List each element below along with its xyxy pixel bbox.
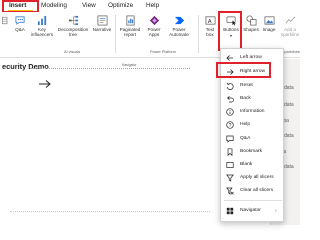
shapes-icon	[246, 15, 256, 26]
menu-item-clear-all-slicers[interactable]: Clear all slicers	[221, 185, 285, 197]
paginated-report-label: Paginated report	[119, 27, 141, 38]
tab-modeling[interactable]: Modeling	[41, 1, 67, 11]
menu-item-help[interactable]: ? Help	[221, 119, 285, 131]
text-box-icon: A	[205, 16, 215, 25]
menu-bar: Insert Modeling View Optimize Help	[0, 0, 300, 12]
menu-item-navigator[interactable]: Navigator ›	[221, 205, 285, 217]
text-box-button[interactable]: A Text box	[202, 15, 218, 37]
ribbon-divider	[115, 15, 116, 53]
power-automate-icon	[174, 16, 184, 25]
sparkline-button[interactable]: Add a sparkline	[280, 15, 300, 37]
reset-icon	[226, 82, 234, 90]
menu-item-label: Q&A	[240, 136, 251, 141]
table-icon	[2, 16, 8, 25]
group-power-platform: Power Platform	[150, 50, 176, 54]
back-icon	[227, 96, 234, 103]
page-title: ecurity Demo	[2, 62, 49, 71]
shapes-button[interactable]: Shapes	[242, 15, 260, 32]
menu-item-information[interactable]: Information	[221, 106, 285, 118]
menu-item-bookmark[interactable]: Bookmark	[221, 146, 285, 158]
menu-item-qa[interactable]: Q&A	[221, 133, 285, 145]
power-automate-label: Power Automate	[169, 27, 189, 38]
narrative-icon	[97, 15, 107, 26]
left-arrow-icon	[226, 55, 233, 61]
bookmark-icon	[227, 148, 233, 156]
sparkline-icon	[285, 16, 295, 24]
power-apps-button[interactable]: Power Apps	[144, 15, 164, 37]
menu-item-label: Right arrow	[240, 69, 266, 74]
image-icon	[264, 16, 274, 25]
svg-text:?: ?	[229, 123, 232, 129]
navigator-caption: Navigator	[122, 63, 137, 67]
power-automate-button[interactable]: Power Automate	[165, 15, 193, 37]
menu-item-back[interactable]: Back	[221, 93, 285, 105]
menu-item-label: Clear all slicers	[240, 188, 274, 193]
shapes-label: Shapes	[243, 27, 259, 32]
apply-slicers-icon	[226, 174, 234, 182]
text-box-label: Text box	[205, 27, 215, 38]
svg-text:A: A	[207, 19, 211, 25]
menu-item-apply-all-slicers[interactable]: Apply all slicers	[221, 172, 285, 184]
menu-item-label: Reset	[240, 83, 253, 88]
chevron-right-icon: ›	[275, 208, 277, 214]
buttons-icon	[226, 16, 236, 26]
buttons-button[interactable]: Buttons ▾	[220, 15, 242, 38]
navigator-icon	[226, 207, 234, 215]
decomposition-tree-icon	[68, 15, 78, 26]
qa-icon	[15, 16, 25, 25]
decomposition-tree-label: Decomposition tree	[57, 27, 89, 38]
tab-optimize[interactable]: Optimize	[108, 1, 133, 11]
qa-label: Q&A	[15, 27, 25, 32]
buttons-dropdown-menu: Left arrow Right arrow Reset Back Inform…	[220, 48, 284, 222]
qa-icon	[226, 135, 234, 143]
key-influencers-button[interactable]: Key influencers	[30, 15, 54, 37]
ribbon-divider	[198, 15, 199, 53]
menu-item-label: Left arrow	[240, 55, 262, 60]
sparkline-label: Add a sparkline	[280, 27, 300, 38]
image-button[interactable]: Image	[260, 15, 278, 32]
image-label: Image	[262, 27, 276, 32]
blank-icon	[226, 162, 234, 168]
narrative-button[interactable]: Narrative	[90, 15, 114, 32]
qa-button[interactable]: Q&A	[12, 15, 28, 32]
power-apps-label: Power Apps	[147, 27, 161, 38]
key-influencers-icon	[37, 15, 46, 26]
paginated-report-button[interactable]: Paginated report	[117, 15, 143, 37]
buttons-label: Buttons	[223, 27, 239, 32]
paginated-report-icon	[125, 15, 135, 26]
right-arrow-icon[interactable]	[38, 79, 52, 89]
help-icon: ?	[226, 121, 234, 129]
canvas-bottom-border	[10, 211, 210, 212]
key-influencers-label: Key influencers	[30, 27, 54, 38]
tab-help[interactable]: Help	[146, 1, 159, 11]
decomposition-tree-button[interactable]: Decomposition tree	[56, 15, 90, 37]
group-ai-visuals: AI visuals	[64, 50, 81, 54]
menu-item-blank[interactable]: Blank	[221, 159, 285, 171]
menu-item-label: Blank	[240, 162, 253, 167]
navigator-placeholder	[30, 68, 190, 69]
menu-item-reset[interactable]: Reset	[221, 80, 285, 92]
menu-item-right-arrow[interactable]: Right arrow	[221, 66, 285, 78]
tab-view[interactable]: View	[82, 1, 96, 11]
menu-item-label: Bookmark	[240, 149, 263, 154]
chevron-down-icon: ▾	[229, 33, 232, 39]
menu-item-label: Information	[240, 109, 265, 114]
information-icon	[226, 108, 234, 116]
narrative-label: Narrative	[92, 27, 112, 32]
menu-item-left-arrow[interactable]: Left arrow	[221, 52, 285, 64]
right-arrow-icon	[227, 69, 234, 75]
menu-item-label: Help	[240, 122, 251, 127]
menu-separator	[224, 200, 282, 201]
menu-item-label: Navigator	[240, 208, 261, 213]
menu-item-label: Back	[240, 96, 251, 101]
table-visual-button[interactable]	[2, 15, 10, 26]
power-apps-icon	[149, 15, 159, 26]
clear-slicers-icon	[226, 187, 234, 195]
menu-item-label: Apply all slicers	[240, 175, 274, 180]
